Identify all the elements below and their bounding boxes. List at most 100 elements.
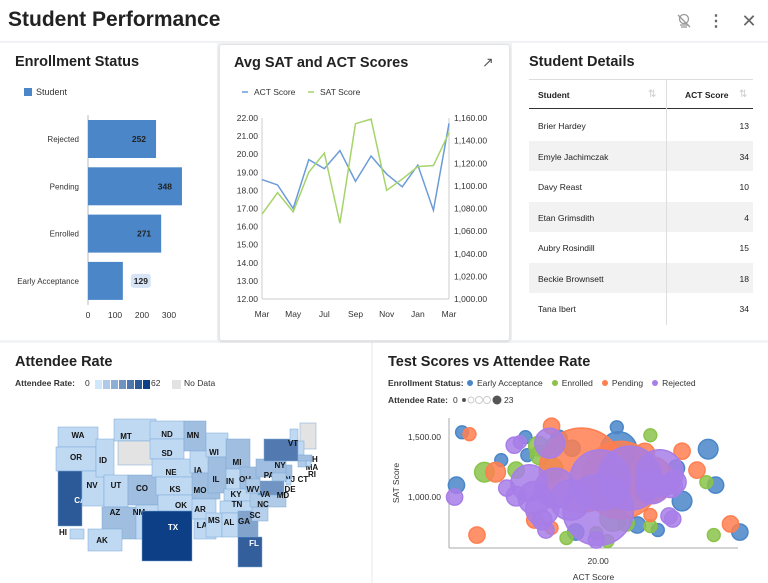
state-ma[interactable] bbox=[297, 454, 313, 462]
data-point[interactable] bbox=[706, 527, 721, 543]
data-point[interactable] bbox=[662, 469, 687, 495]
state-ct[interactable] bbox=[297, 460, 307, 468]
data-point[interactable] bbox=[688, 461, 706, 479]
state-label: MD bbox=[277, 491, 290, 500]
x-tick-label: Mar bbox=[255, 309, 270, 319]
legend-label: SAT Score bbox=[320, 87, 361, 97]
state-label: UT bbox=[111, 481, 122, 490]
data-point[interactable] bbox=[643, 507, 658, 523]
student-name: Beckie Brownsett bbox=[538, 273, 604, 284]
data-point[interactable] bbox=[699, 474, 714, 490]
data-point[interactable] bbox=[485, 461, 507, 483]
state-tx[interactable] bbox=[141, 510, 193, 562]
data-point[interactable] bbox=[587, 531, 606, 549]
table-row[interactable]: Beckie Brownsett 18 bbox=[529, 262, 753, 293]
x-tick-label: Jul bbox=[319, 309, 330, 319]
column-divider bbox=[666, 79, 667, 325]
more-vert-icon[interactable]: ⋮ bbox=[705, 10, 727, 32]
y-tick-right: 1,020.00 bbox=[454, 271, 487, 281]
state-label: WV bbox=[247, 485, 261, 494]
student-name: Etan Grimsdith bbox=[538, 212, 595, 223]
state-label: ND bbox=[161, 430, 173, 439]
y-tick-left: 12.00 bbox=[237, 294, 259, 304]
table-row[interactable]: Aubry Rosindill 15 bbox=[529, 232, 753, 263]
category-label: Early Acceptance bbox=[17, 277, 79, 286]
data-point bbox=[261, 178, 264, 181]
table-row[interactable]: Emyle Jachimczak 34 bbox=[529, 140, 753, 171]
data-point bbox=[292, 210, 295, 213]
state-wy[interactable] bbox=[117, 440, 155, 466]
act-score: 34 bbox=[739, 151, 749, 162]
act-score: 13 bbox=[739, 121, 749, 131]
act-score: 34 bbox=[739, 304, 749, 314]
data-point[interactable] bbox=[445, 488, 464, 506]
data-point bbox=[401, 178, 404, 181]
state-ri[interactable] bbox=[305, 460, 312, 467]
y-tick-left: 20.00 bbox=[237, 149, 259, 159]
data-point bbox=[370, 155, 373, 158]
state-label: WA bbox=[72, 431, 85, 440]
state-label: MO bbox=[194, 486, 207, 495]
state-label: FL bbox=[249, 539, 259, 548]
state-ut[interactable] bbox=[103, 474, 129, 508]
table-row[interactable]: Tana Ibert 34 bbox=[529, 293, 753, 324]
y-tick-right: 1,080.00 bbox=[454, 204, 487, 214]
data-point[interactable] bbox=[721, 515, 740, 533]
table-row[interactable]: Brier Hardey 13 bbox=[529, 110, 753, 141]
x-tick-label: May bbox=[285, 309, 302, 319]
data-point[interactable] bbox=[534, 427, 566, 459]
data-point[interactable] bbox=[534, 467, 577, 509]
data-label: 252 bbox=[132, 134, 146, 144]
data-point[interactable] bbox=[512, 435, 528, 450]
state-label: RI bbox=[308, 470, 316, 479]
state-label: OR bbox=[70, 453, 82, 462]
enrollment-bar-chart: Rejected 252 Pending 348 Enrolled 271 Early Ac… bbox=[17, 115, 182, 320]
column-header-act-score[interactable]: ACT Score bbox=[685, 90, 728, 100]
y-tick-left: 18.00 bbox=[237, 185, 259, 195]
act-score: 15 bbox=[739, 243, 749, 253]
x-tick-label: 20.00 bbox=[588, 556, 610, 566]
state-label: CT bbox=[298, 475, 309, 484]
data-point[interactable] bbox=[537, 521, 555, 539]
state-hi[interactable] bbox=[69, 528, 85, 540]
data-point[interactable] bbox=[663, 510, 682, 528]
x-tick-label: Jan bbox=[411, 309, 425, 319]
data-point[interactable] bbox=[697, 438, 719, 460]
x-tick-label: 200 bbox=[135, 310, 149, 320]
category-label: Rejected bbox=[47, 135, 79, 144]
state-label: WI bbox=[209, 448, 219, 457]
x-tick-label: 100 bbox=[108, 310, 122, 320]
state-label: TX bbox=[168, 523, 179, 532]
x-tick-label: 300 bbox=[162, 310, 176, 320]
y-tick-left: 14.00 bbox=[237, 258, 259, 268]
us-map: WAORCANVIDMTUT COAZ NMNDSDNEKSOKTXMNIAMOAR… bbox=[55, 418, 318, 568]
state-label: HI bbox=[59, 528, 67, 537]
data-point[interactable] bbox=[643, 428, 658, 443]
table-row[interactable]: Etan Grimsdith 4 bbox=[529, 201, 753, 232]
data-point[interactable] bbox=[462, 427, 477, 442]
y-tick-right: 1,140.00 bbox=[454, 136, 487, 146]
data-label: 129 bbox=[134, 276, 148, 286]
data-point bbox=[307, 158, 310, 161]
y-tick-left: 13.00 bbox=[237, 276, 259, 286]
no-filter-icon[interactable] bbox=[673, 10, 695, 32]
state-md[interactable] bbox=[271, 472, 287, 482]
data-point bbox=[338, 149, 341, 152]
data-point bbox=[307, 171, 310, 174]
sort-icon[interactable]: ⇅ bbox=[648, 89, 656, 100]
sort-icon[interactable]: ⇅ bbox=[739, 89, 747, 100]
x-tick-label: Sep bbox=[348, 309, 363, 319]
state-nh[interactable] bbox=[297, 440, 305, 456]
data-point[interactable] bbox=[468, 526, 486, 544]
data-point bbox=[276, 191, 279, 194]
state-label: AK bbox=[96, 536, 108, 545]
page-title: Student Performance bbox=[8, 8, 221, 31]
y-tick-right: 1,160.00 bbox=[454, 113, 487, 123]
close-icon[interactable]: ✕ bbox=[738, 10, 760, 32]
column-header-student[interactable]: Student bbox=[538, 90, 570, 100]
table-row[interactable]: Davy Reast 10 bbox=[529, 171, 753, 202]
x-axis-label: ACT Score bbox=[573, 572, 615, 582]
y-tick-left: 17.00 bbox=[237, 204, 259, 214]
data-point bbox=[385, 189, 388, 192]
state-label: VT bbox=[288, 439, 298, 448]
